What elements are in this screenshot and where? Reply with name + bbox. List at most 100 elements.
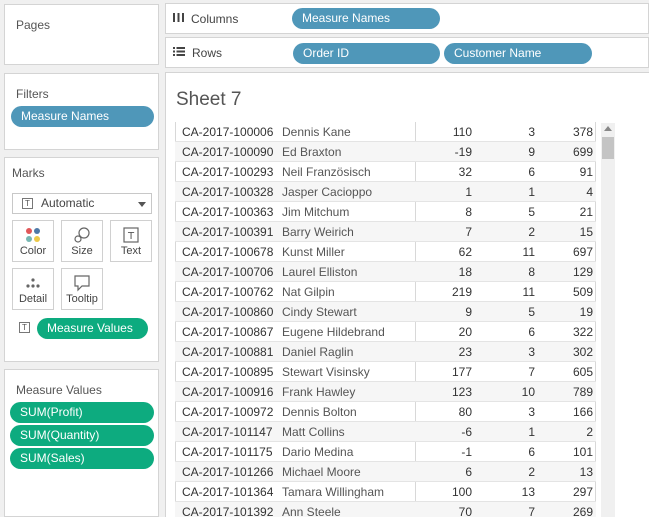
rows-shelf-label: Rows [173,46,222,60]
table-row[interactable]: CA-2017-100006 Dennis Kane 110 3 378 [175,122,596,142]
profit-cell: 7 [465,225,472,239]
sales-cell: 605 [572,365,593,379]
order-id-cell: CA-2017-100895 [182,365,274,379]
table-row[interactable]: CA-2017-100762 Nat Gilpin 219 11 509 [175,282,596,302]
vertical-scrollbar[interactable] [601,123,615,517]
profit-cell: 20 [458,325,472,339]
pages-title: Pages [16,18,51,32]
customer-name-cell: Kunst Miller [282,245,345,259]
sales-cell: 91 [579,165,593,179]
quantity-cell: 13 [521,485,535,499]
sales-cell: 297 [572,485,593,499]
pages-card[interactable]: Pages [4,4,159,65]
order-id-cell: CA-2017-100006 [182,125,274,139]
table-row[interactable]: CA-2017-100090 Ed Braxton -19 9 699 [175,142,596,162]
order-id-cell: CA-2017-100916 [182,385,274,399]
customer-name-cell: Barry Weirich [282,225,354,239]
customer-name-cell: Stewart Visinsky [282,365,370,379]
detail-icon [13,274,53,292]
profit-cell: 1 [465,185,472,199]
sales-cell: 509 [572,285,593,299]
measure-pill-sum-profit[interactable]: SUM(Profit) [10,402,154,423]
quantity-cell: 9 [528,145,535,159]
mark-type-dropdown[interactable]: T Automatic [12,193,152,214]
profit-cell: 177 [451,365,472,379]
customer-name-cell: Daniel Raglin [282,345,354,359]
quantity-cell: 1 [528,185,535,199]
customer-name-cell: Dennis Kane [282,125,351,139]
table-row[interactable]: CA-2017-100678 Kunst Miller 62 11 697 [175,242,596,262]
table-row[interactable]: CA-2017-100860 Cindy Stewart 9 5 19 [175,302,596,322]
scroll-up-arrow-icon[interactable] [604,126,612,131]
table-row[interactable]: CA-2017-100328 Jasper Cacioppo 1 1 4 [175,182,596,202]
table-row[interactable]: CA-2017-101147 Matt Collins -6 1 2 [175,422,596,442]
sales-cell: 269 [572,505,593,517]
order-id-cell: CA-2017-100867 [182,325,274,339]
profit-cell: 8 [465,205,472,219]
table-row[interactable]: CA-2017-101364 Tamara Willingham 100 13 297 [175,482,596,502]
tooltip-button[interactable]: Tooltip [61,268,103,310]
table-row[interactable]: CA-2017-100895 Stewart Visinsky 177 7 605 [175,362,596,382]
profit-cell: -6 [461,425,472,439]
order-id-cell: CA-2017-100090 [182,145,274,159]
columns-pill-measure-names[interactable]: Measure Names [292,8,440,29]
quantity-cell: 5 [528,305,535,319]
svg-text:T: T [127,231,135,242]
table-row[interactable]: CA-2017-100972 Dennis Bolton 80 3 166 [175,402,596,422]
rows-shelf[interactable]: Rows Order ID Customer Name [165,37,649,68]
table-row[interactable]: CA-2017-100867 Eugene Hildebrand 20 6 322 [175,322,596,342]
quantity-cell: 10 [521,385,535,399]
profit-cell: -19 [454,145,472,159]
sheet-title: Sheet 7 [176,89,242,110]
profit-cell: -1 [461,445,472,459]
quantity-cell: 11 [522,245,535,259]
profit-cell: 123 [451,385,472,399]
table-row[interactable]: CA-2017-100706 Laurel Elliston 18 8 129 [175,262,596,282]
columns-shelf-label: Columns [173,12,238,26]
chevron-down-icon [138,202,146,207]
rows-icon [173,46,185,60]
scrollbar-thumb[interactable] [602,137,614,159]
detail-button[interactable]: Detail [12,268,54,310]
marks-measure-values-pill[interactable]: Measure Values [37,318,148,339]
quantity-cell: 2 [528,225,535,239]
columns-shelf[interactable]: Columns Measure Names [165,3,649,34]
sales-cell: 4 [586,185,593,199]
crosstab-table: CA-2017-100006 Dennis Kane 110 3 378 CA-2017-… [175,122,596,517]
customer-name-cell: Nat Gilpin [282,285,335,299]
text-button[interactable]: T Text [110,220,152,262]
table-row[interactable]: CA-2017-101392 Ann Steele 70 7 269 [175,502,596,517]
quantity-cell: 6 [528,325,535,339]
color-button[interactable]: Color [12,220,54,262]
customer-name-cell: Cindy Stewart [282,305,357,319]
measure-values-title: Measure Values [16,383,102,397]
table-row[interactable]: CA-2017-101266 Michael Moore 6 2 13 [175,462,596,482]
filters-card[interactable]: Filters Measure Names [4,73,159,150]
table-row[interactable]: CA-2017-100293 Neil Französisch 32 6 91 [175,162,596,182]
measure-pill-sum-sales[interactable]: SUM(Sales) [10,448,154,469]
profit-cell: 6 [465,465,472,479]
sales-cell: 101 [572,445,593,459]
order-id-cell: CA-2017-101364 [182,485,274,499]
measure-pill-sum-quantity[interactable]: SUM(Quantity) [10,425,154,446]
order-id-cell: CA-2017-100860 [182,305,274,319]
sales-cell: 697 [572,245,593,259]
sales-cell: 15 [579,225,593,239]
table-row[interactable]: CA-2017-101175 Dario Medina -1 6 101 [175,442,596,462]
table-row[interactable]: CA-2017-100881 Daniel Raglin 23 3 302 [175,342,596,362]
sheet-view[interactable]: Sheet 7 CA-2017-100006 Dennis Kane 110 3 378… [165,72,649,517]
sales-cell: 789 [572,385,593,399]
quantity-cell: 8 [528,265,535,279]
rows-pill-order-id[interactable]: Order ID [293,43,440,64]
table-row[interactable]: CA-2017-100363 Jim Mitchum 8 5 21 [175,202,596,222]
tooltip-icon [62,274,102,292]
filter-pill-measure-names[interactable]: Measure Names [11,106,154,127]
quantity-cell: 1 [528,425,535,439]
profit-cell: 70 [458,505,472,517]
table-row[interactable]: CA-2017-100391 Barry Weirich 7 2 15 [175,222,596,242]
sales-cell: 129 [572,265,593,279]
rows-pill-customer-name[interactable]: Customer Name [444,43,592,64]
order-id-cell: CA-2017-101147 [182,425,273,439]
size-button[interactable]: Size [61,220,103,262]
table-row[interactable]: CA-2017-100916 Frank Hawley 123 10 789 [175,382,596,402]
